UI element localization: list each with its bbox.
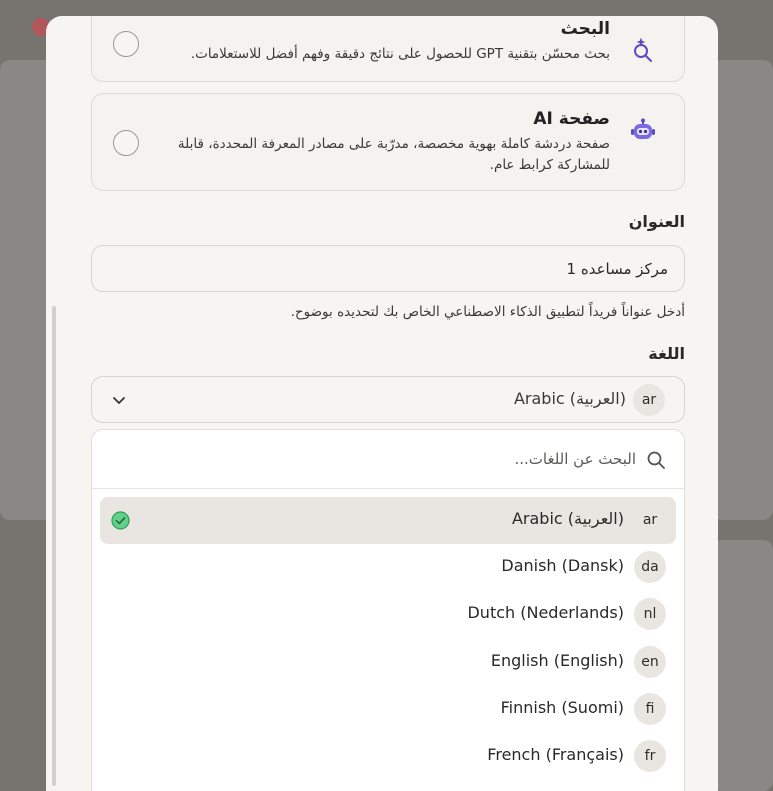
- background-card: [712, 540, 773, 791]
- background-card: [712, 60, 773, 520]
- language-option-label: Danish (Dansk): [501, 556, 624, 575]
- language-code-badge: da: [634, 551, 666, 583]
- title-hint: أدخل عنواناً فريداً لتطبيق الذكاء الاصطن…: [290, 304, 685, 320]
- language-option-nl[interactable]: nl Dutch (Nederlands): [100, 591, 676, 638]
- option-card-search[interactable]: البحث بحث محسّن بتقنية GPT للحصول على نت…: [91, 16, 685, 82]
- language-option-label: English (English): [490, 651, 624, 670]
- option-description: صفحة دردشة كاملة بهوية مخصصة، مدرّبة على…: [177, 136, 610, 173]
- option-description: بحث محسّن بتقنية GPT للحصول على نتائج دق…: [190, 46, 610, 62]
- language-option-da[interactable]: da Danish (Dansk): [100, 544, 676, 591]
- language-code-badge: fi: [634, 693, 666, 725]
- language-option-en[interactable]: en English (English): [100, 639, 676, 686]
- language-option-label: French (Français): [487, 745, 624, 764]
- language-code-badge: fr: [634, 740, 666, 772]
- option-card-ai-page[interactable]: صفحة AI صفحة دردشة كاملة بهوية مخصصة، مد…: [91, 93, 685, 191]
- language-option-ar[interactable]: ar Arabic (العربية): [100, 497, 676, 544]
- language-option-label: Dutch (Nederlands): [467, 603, 624, 622]
- language-search: [92, 430, 684, 489]
- language-label: اللغة: [648, 344, 685, 363]
- language-select[interactable]: ar Arabic (العربية): [91, 376, 685, 423]
- robot-icon: [630, 118, 656, 144]
- language-dropdown: ar Arabic (العربية) da Danish (Dansk) nl…: [91, 429, 685, 791]
- language-code-badge: ar: [634, 504, 666, 536]
- language-code-badge: ar: [633, 384, 665, 416]
- language-option-label: Finnish (Suomi): [500, 698, 624, 717]
- language-code-badge: nl: [634, 598, 666, 630]
- title-label: العنوان: [628, 212, 685, 231]
- search-icon: [646, 450, 666, 470]
- title-input[interactable]: مركز مساعده 1: [91, 245, 685, 292]
- modal-scrollbar[interactable]: [52, 306, 56, 786]
- language-option-fi[interactable]: fi Finnish (Suomi): [100, 686, 676, 733]
- selected-language: Arabic (العربية): [513, 389, 626, 408]
- language-code-badge: en: [634, 646, 666, 678]
- radio-search[interactable]: [113, 31, 139, 57]
- check-circle-icon: [111, 511, 130, 530]
- option-title: البحث: [560, 19, 610, 39]
- language-option-label: Arabic (العربية): [511, 509, 624, 528]
- option-title: صفحة AI: [533, 109, 610, 129]
- radio-ai-page[interactable]: [113, 130, 139, 156]
- create-app-modal: البحث بحث محسّن بتقنية GPT للحصول على نت…: [46, 16, 718, 791]
- language-search-input[interactable]: [216, 444, 636, 474]
- language-option-fr[interactable]: fr French (Français): [100, 733, 676, 780]
- chevron-down-icon: [110, 391, 128, 409]
- sparkle-search-icon: [630, 37, 656, 63]
